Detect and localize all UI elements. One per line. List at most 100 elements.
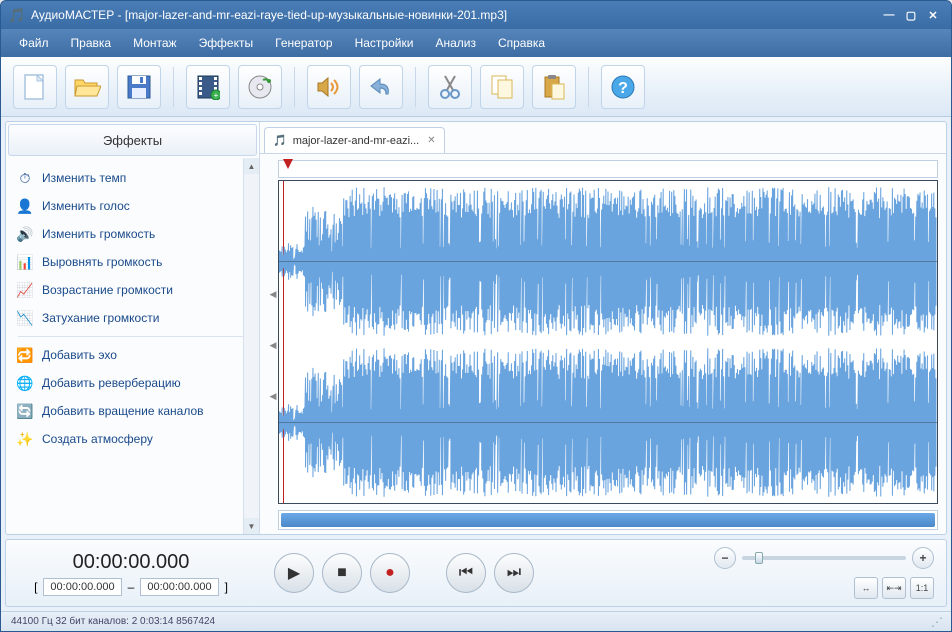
- statusbar: 44100 Гц 32 бит каналов: 2 0:03:14 85674…: [1, 611, 951, 631]
- channel-left: [279, 181, 937, 342]
- play-button[interactable]: ▶: [274, 553, 314, 593]
- effect-item[interactable]: 📊Выровнять громкость: [10, 248, 255, 276]
- fit-left-button[interactable]: ↔: [854, 577, 878, 599]
- effect-icon: 🌐: [16, 374, 34, 392]
- main-panel: 🎵 major-lazer-and-mr-eazi... ✕ ◀◀◀: [260, 122, 946, 534]
- sidebar-scrollbar[interactable]: ▲ ▼: [243, 158, 259, 534]
- menu-montage[interactable]: Монтаж: [123, 32, 187, 54]
- effect-item[interactable]: 🔄 Добавить вращение каналов: [10, 397, 255, 425]
- effect-item[interactable]: 🔁 Добавить эхо: [10, 341, 255, 369]
- current-time: 00:00:00.000: [73, 551, 190, 574]
- scroll-down-icon[interactable]: ▼: [244, 518, 259, 534]
- overview-bar[interactable]: [278, 510, 938, 530]
- effect-label: Добавить вращение каналов: [42, 404, 204, 418]
- zoom-slider[interactable]: [742, 556, 906, 560]
- zoom-in-button[interactable]: +: [912, 547, 934, 569]
- menu-effects[interactable]: Эффекты: [189, 32, 264, 54]
- toolbar-separator: [173, 67, 174, 107]
- minimize-button[interactable]: —: [879, 7, 899, 23]
- effect-label: Возрастание громкости: [42, 283, 173, 297]
- waveform-display[interactable]: [278, 180, 938, 504]
- zoom-thumb[interactable]: [755, 552, 763, 564]
- effect-item[interactable]: 📉 Затухание громкости: [10, 304, 255, 332]
- speaker-button[interactable]: [307, 65, 351, 109]
- cd-button[interactable]: [238, 65, 282, 109]
- effects-sidebar: Эффекты ⏱ Изменить темп 👤 Изменить голос 🔊 Из…: [6, 122, 260, 534]
- channel-right: [279, 342, 937, 503]
- record-button[interactable]: ●: [370, 553, 410, 593]
- resize-grip[interactable]: ⋰: [931, 615, 941, 629]
- playhead-marker[interactable]: [283, 159, 293, 173]
- menubar: Файл Правка Монтаж Эффекты Генератор Нас…: [1, 29, 951, 57]
- zoom-out-button[interactable]: −: [714, 547, 736, 569]
- effect-item[interactable]: ⏱ Изменить темп: [10, 164, 255, 192]
- fit-selection-button[interactable]: ⇤⇥: [882, 577, 906, 599]
- cut-button[interactable]: [428, 65, 472, 109]
- app-icon: 🎵: [9, 7, 25, 23]
- time-display: 00:00:00.000 [ 00:00:00.000 – 00:00:00.0…: [18, 551, 244, 596]
- menu-file[interactable]: Файл: [9, 32, 59, 54]
- overview-selection[interactable]: [281, 513, 935, 527]
- effect-item[interactable]: 📈 Возрастание громкости: [10, 276, 255, 304]
- effect-label: Добавить эхо: [42, 348, 117, 362]
- effect-icon: 👤: [16, 197, 34, 215]
- tab-bar: 🎵 major-lazer-and-mr-eazi... ✕: [260, 122, 946, 154]
- effect-icon: ⏱: [16, 169, 34, 187]
- menu-generator[interactable]: Генератор: [265, 32, 342, 54]
- effect-item[interactable]: 👤 Изменить голос: [10, 192, 255, 220]
- toolbar-separator: [588, 67, 589, 107]
- close-button[interactable]: ✕: [923, 7, 943, 23]
- selection-end[interactable]: 00:00:00.000: [140, 578, 218, 596]
- scroll-up-icon[interactable]: ▲: [244, 158, 259, 174]
- file-tab[interactable]: 🎵 major-lazer-and-mr-eazi... ✕: [264, 127, 445, 153]
- effect-icon: 🔁: [16, 346, 34, 364]
- effect-label: Изменить голос: [42, 199, 130, 213]
- timeline-ruler[interactable]: [278, 160, 938, 178]
- effect-icon: 🔊: [16, 225, 34, 243]
- effect-separator: [18, 336, 247, 337]
- transport-controls: ▶ ■ ● ⏮ ⏭: [244, 553, 714, 593]
- menu-help[interactable]: Справка: [488, 32, 555, 54]
- effect-label: Изменить громкость: [42, 227, 155, 241]
- splitter[interactable]: ◀◀◀: [268, 160, 278, 530]
- toolbar-separator: [294, 67, 295, 107]
- effect-item[interactable]: 🔊 Изменить громкость: [10, 220, 255, 248]
- copy-button[interactable]: [480, 65, 524, 109]
- skip-start-button[interactable]: ⏮: [446, 553, 486, 593]
- app-window: 🎵 АудиоМАСТЕР - [major-lazer-and-mr-eazi…: [0, 0, 952, 632]
- effect-item[interactable]: 🌐 Добавить реверберацию: [10, 369, 255, 397]
- effect-label: Добавить реверберацию: [42, 376, 181, 390]
- stop-button[interactable]: ■: [322, 553, 362, 593]
- toolbar-separator: [415, 67, 416, 107]
- effect-label: Выровнять громкость: [42, 255, 162, 269]
- effect-icon: 📉: [16, 309, 34, 327]
- video-button[interactable]: +: [186, 65, 230, 109]
- effect-icon: 🔄: [16, 402, 34, 420]
- sidebar-header: Эффекты: [8, 124, 257, 156]
- menu-settings[interactable]: Настройки: [345, 32, 424, 54]
- toolbar: + ?: [1, 57, 951, 117]
- status-text: 44100 Гц 32 бит каналов: 2 0:03:14 85674…: [11, 616, 215, 627]
- audio-file-icon: 🎵: [273, 134, 287, 147]
- tab-label: major-lazer-and-mr-eazi...: [293, 135, 420, 147]
- effect-icon: 📈: [16, 281, 34, 299]
- undo-button[interactable]: [359, 65, 403, 109]
- titlebar[interactable]: 🎵 АудиоМАСТЕР - [major-lazer-and-mr-eazi…: [1, 1, 951, 29]
- fit-ratio-button[interactable]: 1:1: [910, 577, 934, 599]
- effect-item[interactable]: ✨Создать атмосферу: [10, 425, 255, 453]
- skip-end-button[interactable]: ⏭: [494, 553, 534, 593]
- save-file-button[interactable]: [117, 65, 161, 109]
- menu-edit[interactable]: Правка: [61, 32, 122, 54]
- content-area: Эффекты ⏱ Изменить темп 👤 Изменить голос 🔊 Из…: [5, 121, 947, 535]
- selection-start[interactable]: 00:00:00.000: [43, 578, 121, 596]
- tab-close-icon[interactable]: ✕: [427, 135, 435, 146]
- help-button[interactable]: ?: [601, 65, 645, 109]
- effect-label: Изменить темп: [42, 171, 126, 185]
- new-file-button[interactable]: [13, 65, 57, 109]
- maximize-button[interactable]: ▢: [901, 7, 921, 23]
- transport-bar: 00:00:00.000 [ 00:00:00.000 – 00:00:00.0…: [5, 539, 947, 607]
- effect-label: Затухание громкости: [42, 311, 159, 325]
- menu-analysis[interactable]: Анализ: [425, 32, 486, 54]
- paste-button[interactable]: [532, 65, 576, 109]
- open-file-button[interactable]: [65, 65, 109, 109]
